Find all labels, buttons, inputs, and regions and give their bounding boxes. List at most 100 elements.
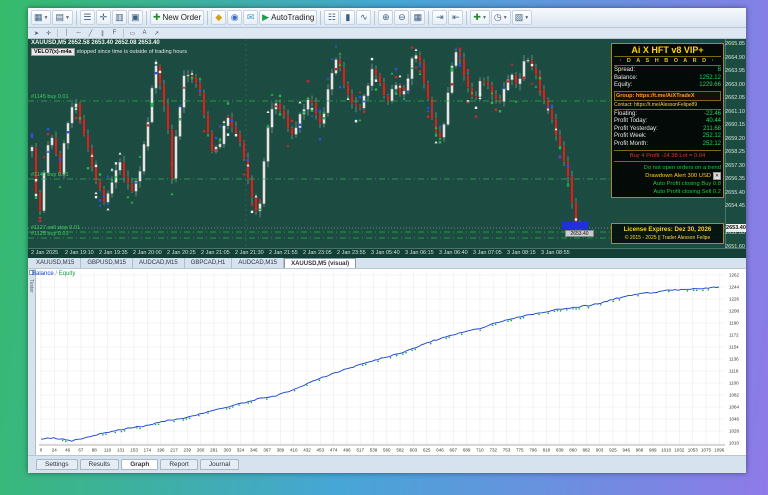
svg-text:1118: 1118 — [729, 369, 739, 374]
crosshair-button[interactable]: ✛ — [43, 29, 54, 38]
price-tick: 2663.00 — [725, 81, 745, 88]
trade-markers — [30, 44, 582, 237]
ea-name-badge: VELO7(x)-m4a — [31, 48, 75, 56]
svg-text:1082: 1082 — [729, 393, 740, 398]
time-tick: 2 Jan 19:35 — [99, 250, 128, 256]
auto-scroll-button[interactable]: ⇥ — [432, 10, 448, 25]
tester-tab-journal[interactable]: Journal — [199, 459, 240, 470]
svg-text:625: 625 — [423, 448, 431, 453]
svg-text:732: 732 — [489, 448, 497, 453]
zoom-out-button[interactable]: ⊖ — [394, 10, 410, 25]
chart-tab-3[interactable]: AUDCAD,M15 — [133, 258, 185, 268]
price-tick: 2662.05 — [725, 95, 745, 101]
indicators-button[interactable]: ✚ ▼ — [470, 10, 490, 25]
dashboard-contact-link[interactable]: Contact: https://t.me/AlessonFelipe89 — [614, 102, 721, 110]
chat-button[interactable]: ✉ — [243, 10, 259, 25]
chart-tab-4[interactable]: GBPCAD,H1 — [185, 258, 233, 268]
price-tick: 2652.55 — [725, 230, 745, 236]
y-axis-labels: 1262 1244 1226 1208 1190 1172 1154 1136 1118 1100… — [729, 273, 740, 446]
zoom-in-button[interactable]: ⊕ — [378, 10, 394, 25]
fibonacci-button[interactable]: F — [109, 29, 120, 38]
periods-button[interactable]: ◷ ▼ — [490, 10, 511, 25]
svg-text:88: 88 — [92, 448, 98, 453]
chart-shift-button[interactable]: ⇤ — [448, 10, 464, 25]
toolbar-separator — [75, 10, 77, 25]
shapes-button[interactable]: ▭ — [127, 29, 138, 38]
chat-icon: ✉ — [246, 12, 255, 22]
svg-text:989: 989 — [649, 448, 657, 453]
new-chart-icon: ▦ — [34, 12, 43, 22]
metaeditor-button[interactable]: ◆ — [211, 10, 227, 25]
tester-tab-settings[interactable]: Settings — [36, 459, 78, 470]
price-tick: 2657.30 — [725, 162, 745, 169]
cursor-button[interactable]: ➤ — [31, 29, 42, 38]
license-copyright: © 2015 - 2025 || Trader Alesson Felipe — [624, 235, 711, 241]
dashboard-account-rows: Spread: 8 Balance: 1252.12 Equity: 1229.66 — [614, 67, 721, 90]
new-chart-button[interactable]: ▦ ▼ — [31, 10, 52, 25]
price-tick: 2660.15 — [725, 122, 745, 128]
zoom-out-icon: ⊖ — [398, 12, 406, 22]
svg-text:1154: 1154 — [729, 345, 739, 350]
price-scale: 2653.40 2665.85 2664.90 2663.95 2663.00 2662… — [725, 39, 746, 248]
close-icon[interactable]: ✕ — [713, 172, 721, 180]
market-watch-button[interactable]: ☰ — [79, 10, 95, 25]
templates-button[interactable]: ▨ ▼ — [511, 10, 533, 25]
chart-line-button[interactable]: ∿ — [356, 10, 372, 25]
chart-tab-5[interactable]: AUDCAD,M15 — [232, 258, 285, 268]
time-tick: 2 Jan 23:05 — [303, 250, 332, 256]
channel-icon: ∥ — [101, 30, 104, 37]
strategy-tester-panel: Tester 0 24 46 67 88 110 131 153 174 196 217 239 260… — [28, 269, 746, 455]
svg-text:560: 560 — [383, 448, 391, 453]
arrows-button[interactable]: ↗ — [151, 29, 162, 38]
cursor-icon: ➤ — [33, 30, 40, 37]
vertical-line-button[interactable]: │ — [61, 29, 72, 38]
price-tick: 2656.35 — [725, 176, 745, 182]
channel-button[interactable]: ∥ — [97, 29, 108, 38]
new-order-button[interactable]: ✚ New Order — [149, 10, 205, 25]
trendline-button[interactable]: ╱ — [85, 29, 96, 38]
navigator-button[interactable]: ▥ — [111, 10, 127, 25]
trendline-icon: ╱ — [88, 30, 93, 37]
svg-text:517: 517 — [356, 448, 364, 453]
expert-advisors-button[interactable]: ◉ — [227, 10, 243, 25]
price-tick: 2665.85 — [725, 41, 745, 47]
price-tick: 2658.25 — [725, 149, 745, 155]
chart-tab-2[interactable]: GBPUSD,M15 — [81, 258, 134, 268]
svg-text:775: 775 — [516, 448, 524, 453]
toolbar-separator — [57, 29, 58, 37]
svg-text:217: 217 — [170, 448, 178, 453]
price-chart-window[interactable]: XAUUSD,M5 2652.58 2653.40 2652.08 2653.4… — [28, 39, 746, 248]
tester-tab-results[interactable]: Results — [79, 459, 120, 470]
new-order-icon: ✚ — [152, 12, 161, 22]
main-toolbar: ▦ ▼ ▤ ▼ ☰ ✛ ▥ ▣ ✚ New Order ◆ ◉ ✉ ▶ AutoTrading ☷ ▮ ∿ ⊕ ⊖ ▦ ⇥… — [28, 8, 746, 28]
data-window-button[interactable]: ✛ — [95, 10, 111, 25]
price-tick: 2661.10 — [725, 108, 745, 115]
templates-icon: ▨ — [514, 12, 524, 22]
text-button[interactable]: A — [139, 29, 150, 38]
svg-text:1032: 1032 — [674, 448, 685, 453]
shapes-icon: ▭ — [129, 30, 136, 37]
market-watch-icon: ☰ — [83, 12, 92, 22]
svg-text:389: 389 — [277, 448, 285, 453]
tile-windows-button[interactable]: ▦ — [410, 10, 426, 25]
horizontal-line-button[interactable]: ─ — [73, 29, 84, 38]
svg-text:1010: 1010 — [661, 448, 672, 453]
chart-candles-button[interactable]: ▮ — [340, 10, 356, 25]
page-background: ▦ ▼ ▤ ▼ ☰ ✛ ▥ ▣ ✚ New Order ◆ ◉ ✉ ▶ AutoTrading ☷ ▮ ∿ ⊕ ⊖ ▦ ⇥… — [0, 0, 768, 495]
svg-text:925: 925 — [609, 448, 617, 453]
dashboard-group-link[interactable]: Group: https://t.me/AiXTradeX — [614, 90, 721, 101]
profiles-button[interactable]: ▤ ▼ — [52, 10, 73, 25]
chart-tab-1[interactable]: XAUUSD,M15 — [30, 258, 82, 268]
tester-tab-graph[interactable]: Graph — [121, 459, 159, 470]
terminal-button[interactable]: ▣ — [127, 10, 143, 25]
ea-dashboard-panel: Ai X HFT v8 VIP+ · D A S H B O A R D · S… — [611, 43, 724, 198]
svg-text:882: 882 — [583, 448, 591, 453]
svg-text:603: 603 — [410, 448, 418, 453]
svg-text:67: 67 — [78, 448, 84, 453]
svg-text:582: 582 — [396, 448, 404, 453]
chart-tab-6[interactable]: XAUUSD,M5 (visual) — [284, 258, 357, 268]
svg-text:1046: 1046 — [729, 417, 740, 422]
autotrading-button[interactable]: ▶ AutoTrading — [259, 10, 318, 25]
tester-tab-report[interactable]: Report — [160, 459, 198, 470]
chart-bars-button[interactable]: ☷ — [324, 10, 340, 25]
